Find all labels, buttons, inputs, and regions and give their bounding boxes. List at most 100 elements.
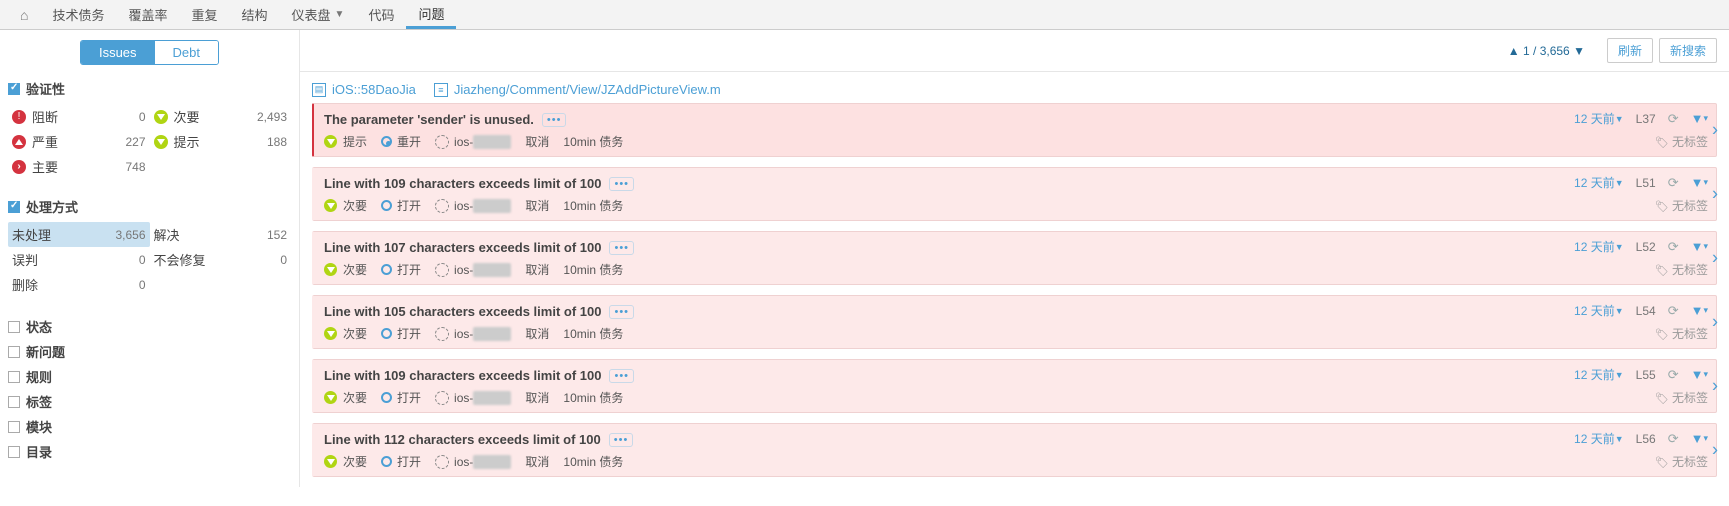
more-icon[interactable]: ••• [609, 369, 634, 383]
issue-action-cancel[interactable]: 取消 [525, 453, 549, 470]
toggle-debt[interactable]: Debt [155, 41, 218, 64]
nav-tab-2[interactable]: 重复 [180, 0, 230, 29]
filter-icon[interactable]: ▼ [1691, 239, 1704, 254]
issue-age[interactable]: 12 天前 ▼ [1574, 238, 1624, 255]
changelog-icon[interactable]: ⟳ [1668, 431, 1679, 447]
chevron-right-icon[interactable]: › [1712, 184, 1718, 205]
issue-severity[interactable]: 次要 [324, 389, 367, 406]
resolution-item[interactable]: 解决152 [150, 222, 292, 247]
nav-tab-0[interactable]: 技术债务 [40, 0, 116, 29]
facet-collapsed[interactable]: 模块 [8, 417, 291, 436]
issue-status[interactable]: 打开 [381, 261, 421, 278]
nav-tab-6[interactable]: 问题 [406, 0, 456, 29]
breadcrumb-file-link[interactable]: Jiazheng/Comment/View/JZAddPictureView.m [454, 82, 721, 97]
facet-collapsed[interactable]: 状态 [8, 317, 291, 336]
refresh-button[interactable]: 刷新 [1607, 38, 1653, 63]
changelog-icon[interactable]: ⟳ [1668, 303, 1679, 319]
issue-age[interactable]: 12 天前 ▼ [1574, 366, 1624, 383]
resolution-item[interactable]: 未处理3,656 [8, 222, 150, 247]
more-icon[interactable]: ••• [609, 305, 634, 319]
chevron-right-icon[interactable]: › [1712, 120, 1718, 141]
issue-tags[interactable]: 无标签 [1655, 261, 1708, 278]
changelog-icon[interactable]: ⟳ [1668, 367, 1679, 383]
severity-info[interactable]: 提示188 [150, 129, 292, 154]
nav-tab-5[interactable]: 代码 [356, 0, 406, 29]
issue-action-cancel[interactable]: 取消 [525, 197, 549, 214]
resolution-item[interactable]: 误判0 [8, 247, 150, 272]
nav-tab-1[interactable]: 覆盖率 [116, 0, 179, 29]
issue-severity[interactable]: 次要 [324, 261, 367, 278]
issue-age[interactable]: 12 天前 ▼ [1574, 174, 1624, 191]
severity-major[interactable]: ›主要748 [8, 154, 150, 179]
issue-age[interactable]: 12 天前 ▼ [1574, 110, 1624, 127]
resolution-item[interactable]: 不会修复0 [150, 247, 292, 272]
issue-age[interactable]: 12 天前 ▼ [1574, 302, 1624, 319]
issue-severity[interactable]: 次要 [324, 197, 367, 214]
issue-assignee[interactable]: ios-xxxxx [435, 391, 511, 405]
issue-item[interactable]: Line with 107 characters exceeds limit o… [312, 231, 1717, 285]
issue-action-cancel[interactable]: 取消 [525, 389, 549, 406]
issue-status[interactable]: 打开 [381, 197, 421, 214]
more-icon[interactable]: ••• [609, 241, 634, 255]
filter-icon[interactable]: ▼ [1691, 303, 1704, 318]
issue-assignee[interactable]: ios-xxxxx [435, 263, 511, 277]
issue-status[interactable]: 打开 [381, 389, 421, 406]
chevron-right-icon[interactable]: › [1712, 248, 1718, 269]
toggle-issues[interactable]: Issues [81, 41, 155, 64]
paging-indicator[interactable]: ▲ 1 / 3,656 ▼ [1508, 44, 1585, 58]
facet-collapsed[interactable]: 规则 [8, 367, 291, 386]
filter-icon[interactable]: ▼ [1691, 367, 1704, 382]
facet-resolution-title[interactable]: 处理方式 [8, 197, 291, 216]
issue-severity[interactable]: 提示 [324, 133, 367, 150]
issue-tags[interactable]: 无标签 [1655, 325, 1708, 342]
issue-tags[interactable]: 无标签 [1655, 197, 1708, 214]
resolution-item[interactable]: 删除0 [8, 272, 150, 297]
issue-item[interactable]: The parameter 'sender' is unused.•••提示重开… [312, 103, 1717, 157]
new-search-button[interactable]: 新搜索 [1659, 38, 1717, 63]
issue-status[interactable]: 打开 [381, 325, 421, 342]
issue-severity[interactable]: 次要 [324, 325, 367, 342]
more-icon[interactable]: ••• [609, 433, 634, 447]
filter-icon[interactable]: ▼ [1691, 111, 1704, 126]
more-icon[interactable]: ••• [542, 113, 567, 127]
breadcrumb-project[interactable]: ▤ iOS::58DaoJia [312, 82, 416, 97]
issue-item[interactable]: Line with 109 characters exceeds limit o… [312, 359, 1717, 413]
nav-home[interactable]: ⌂ [8, 0, 40, 29]
issue-action-cancel[interactable]: 取消 [525, 261, 549, 278]
changelog-icon[interactable]: ⟳ [1668, 175, 1679, 191]
changelog-icon[interactable]: ⟳ [1668, 239, 1679, 255]
filter-icon[interactable]: ▼ [1691, 431, 1704, 446]
severity-minor[interactable]: 次要2,493 [150, 104, 292, 129]
facet-collapsed[interactable]: 标签 [8, 392, 291, 411]
chevron-right-icon[interactable]: › [1712, 312, 1718, 333]
issue-action-cancel[interactable]: 取消 [525, 133, 549, 150]
issue-status[interactable]: 打开 [381, 453, 421, 470]
chevron-right-icon[interactable]: › [1712, 440, 1718, 461]
issue-tags[interactable]: 无标签 [1655, 453, 1708, 470]
breadcrumb-file[interactable]: ≡ Jiazheng/Comment/View/JZAddPictureView… [434, 82, 721, 97]
issue-assignee[interactable]: ios-xxxxx [435, 327, 511, 341]
issue-severity[interactable]: 次要 [324, 453, 367, 470]
changelog-icon[interactable]: ⟳ [1668, 111, 1679, 127]
filter-icon[interactable]: ▼ [1691, 175, 1704, 190]
breadcrumb-project-link[interactable]: iOS::58DaoJia [332, 82, 416, 97]
facet-collapsed[interactable]: 新问题 [8, 342, 291, 361]
issue-assignee[interactable]: ios-xxxxx [435, 199, 511, 213]
more-icon[interactable]: ••• [609, 177, 634, 191]
issue-action-cancel[interactable]: 取消 [525, 325, 549, 342]
nav-tab-4[interactable]: 仪表盘▼ [280, 0, 357, 29]
issue-tags[interactable]: 无标签 [1655, 133, 1708, 150]
issue-item[interactable]: Line with 109 characters exceeds limit o… [312, 167, 1717, 221]
facet-collapsed[interactable]: 目录 [8, 442, 291, 461]
issue-assignee[interactable]: ios-xxxxx [435, 455, 511, 469]
chevron-right-icon[interactable]: › [1712, 376, 1718, 397]
nav-tab-3[interactable]: 结构 [230, 0, 280, 29]
severity-blocker[interactable]: !阻断0 [8, 104, 150, 129]
issue-status[interactable]: 重开 [381, 133, 421, 150]
issue-assignee[interactable]: ios-xxxxx [435, 135, 511, 149]
issue-tags[interactable]: 无标签 [1655, 389, 1708, 406]
issue-age[interactable]: 12 天前 ▼ [1574, 430, 1624, 447]
issue-item[interactable]: Line with 112 characters exceeds limit o… [312, 423, 1717, 477]
issue-item[interactable]: Line with 105 characters exceeds limit o… [312, 295, 1717, 349]
severity-critical[interactable]: 严重227 [8, 129, 150, 154]
